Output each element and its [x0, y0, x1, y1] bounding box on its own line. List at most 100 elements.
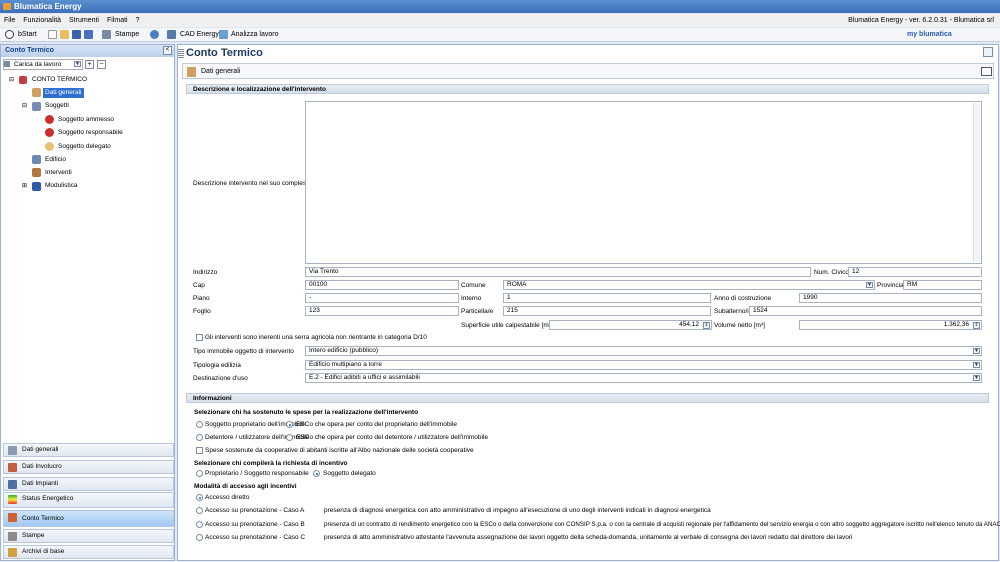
person-icon [45, 128, 54, 137]
destinazione-label: Destinazione d'uso [193, 375, 248, 382]
tree-item-soggetto-ammesso[interactable]: Soggetto ammesso [58, 115, 114, 125]
menu-funzionalita[interactable]: Funzionalità [19, 14, 65, 27]
plant-icon [8, 480, 17, 489]
window-title: Blumatica Energy [14, 2, 82, 11]
accesso-question: Modalità di accesso agli incentivi [194, 483, 297, 490]
destinazione-select[interactable]: E.2 - Edifici adibiti a uffici e assimil… [305, 373, 982, 383]
tree-item-soggetto-responsabile[interactable]: Soggetto responsabile [58, 128, 123, 138]
radio-caso-c[interactable] [196, 534, 203, 541]
cad-energy-button[interactable]: CAD Energy [178, 29, 221, 41]
nav-conto-termico[interactable]: Conto Termico [3, 510, 174, 527]
app-icon [3, 3, 11, 10]
radio-proprietario[interactable] [196, 421, 203, 428]
tree-item-modulistica[interactable]: Modulistica [45, 181, 78, 191]
tree-item-dati-generali[interactable]: Dati generali [43, 88, 84, 98]
cap-field[interactable]: 00100 [305, 280, 459, 290]
serra-label: Gli interventi sono inerenti una serra a… [205, 334, 427, 341]
radio-responsabile[interactable] [196, 470, 203, 477]
nav-dati-impianti[interactable]: Dati Impianti [3, 477, 174, 491]
archive-icon [8, 548, 17, 557]
radio-accesso-diretto-label: Accesso diretto [205, 494, 250, 501]
tipo-immobile-select[interactable]: Intero edificio (pubblico) ▼ [305, 346, 982, 356]
subalterno-field[interactable]: 1524 [749, 306, 982, 316]
nav-status-energetico[interactable]: Status Energetico [3, 492, 174, 508]
collapse-all-icon[interactable]: − [97, 60, 106, 69]
volume-field[interactable]: 1.362,36 ⇕ [799, 320, 982, 330]
radio-detentore[interactable] [196, 434, 203, 441]
collapse-panel-icon[interactable]: < [163, 46, 172, 55]
person-icon [45, 142, 54, 151]
toolbar: bStart Stampe CAD Energy Analizza lavoro… [0, 28, 1000, 42]
tree-item-root[interactable]: CONTO TERMICO [32, 75, 87, 85]
analyze-icon [219, 30, 228, 39]
anno-field[interactable]: 1990 [799, 293, 982, 303]
brand-logo[interactable]: my blumatica [905, 29, 954, 41]
analizza-lavoro-button[interactable]: Analizza lavoro [229, 29, 280, 41]
menu-help[interactable]: ? [132, 14, 144, 27]
tree-expander-root[interactable]: ⊟ [9, 75, 14, 85]
menu-strumenti[interactable]: Strumenti [65, 14, 103, 27]
volume-label: Volume netto [m³] [714, 322, 765, 329]
radio-accesso-diretto[interactable] [196, 494, 203, 501]
radio-caso-c-label: Accesso su prenotazione - Caso C [205, 534, 306, 541]
printer-icon [102, 30, 111, 39]
start-icon [5, 30, 14, 39]
indirizzo-field[interactable]: Via Trento [305, 267, 811, 277]
carica-da-lavoro-dropdown[interactable]: Carica da lavoro ▼ [3, 59, 83, 70]
stampe-button[interactable]: Stampe [113, 29, 141, 41]
expand-all-icon[interactable]: + [85, 60, 94, 69]
page-title: Conto Termico [186, 47, 263, 59]
tree-item-interventi[interactable]: Interventi [45, 168, 72, 178]
foglio-field[interactable]: 123 [305, 306, 459, 316]
piano-label: Piano [193, 295, 210, 302]
start-button[interactable]: bStart [16, 29, 39, 41]
tree-item-edificio[interactable]: Edificio [45, 155, 66, 165]
tree-expander-soggetti[interactable]: ⊟ [22, 101, 27, 111]
textarea-scrollbar[interactable] [973, 103, 980, 262]
piano-field[interactable]: - [305, 293, 459, 303]
radio-esco-proprietario[interactable] [286, 421, 293, 428]
tree-item-soggetti[interactable]: Soggetti [45, 101, 69, 111]
book-icon [32, 88, 41, 97]
provincia-field[interactable]: RM [903, 280, 982, 290]
comune-dropdown[interactable]: ROMA ▼ [503, 280, 875, 290]
foglio-label: Foglio [193, 308, 211, 315]
superficie-field[interactable]: 454,12 ⇕ [549, 320, 712, 330]
save-icon[interactable] [72, 30, 81, 39]
descrizione-label: Descrizione intervento nel suo complesso [193, 180, 313, 187]
radio-responsabile-label: Proprietario / Soggetto responsabile [205, 470, 309, 477]
chevron-down-icon: ▼ [74, 61, 81, 67]
civico-field[interactable]: 12 [848, 267, 982, 277]
particella-field[interactable]: 215 [503, 306, 711, 316]
gear-icon[interactable] [150, 30, 159, 39]
tree-item-soggetto-delegato[interactable]: Soggetto delegato [58, 142, 111, 152]
descrizione-textarea[interactable] [305, 101, 982, 264]
cooperative-checkbox[interactable] [196, 447, 203, 454]
section-informazioni: Informazioni [186, 393, 989, 403]
menu-filmati[interactable]: Filmati [103, 14, 132, 27]
spinner-icon[interactable]: ⇕ [703, 322, 710, 329]
nav-archivi-di-base[interactable]: Archivi di base [3, 545, 174, 559]
save-all-icon[interactable] [84, 30, 93, 39]
menu-file[interactable]: File [0, 14, 19, 27]
document-icon [32, 182, 41, 191]
radio-delegato[interactable] [313, 470, 320, 477]
panel-menu-icon[interactable] [983, 47, 993, 57]
radio-caso-b[interactable] [196, 521, 203, 528]
load-icon [4, 61, 10, 67]
open-folder-icon[interactable] [60, 30, 69, 39]
layout-toggle-icon[interactable] [981, 67, 992, 76]
tipologia-select[interactable]: Edificio multipiano a torre ▼ [305, 360, 982, 370]
serra-checkbox[interactable] [196, 334, 203, 341]
tree-expander-modulistica[interactable]: ⊞ [22, 181, 27, 191]
nav-dati-generali[interactable]: Dati generali [3, 443, 174, 457]
interno-field[interactable]: 1 [503, 293, 711, 303]
nav-stampe[interactable]: Stampe [3, 529, 174, 543]
indirizzo-label: Indirizzo [193, 269, 218, 276]
nav-dati-involucro[interactable]: Dati Involucro [3, 460, 174, 474]
radio-esco-detentore[interactable] [286, 434, 293, 441]
new-icon[interactable] [48, 30, 57, 39]
tipologia-label: Tipologia edilizia [193, 362, 241, 369]
radio-caso-a[interactable] [196, 507, 203, 514]
spinner-icon[interactable]: ⇕ [973, 322, 980, 329]
